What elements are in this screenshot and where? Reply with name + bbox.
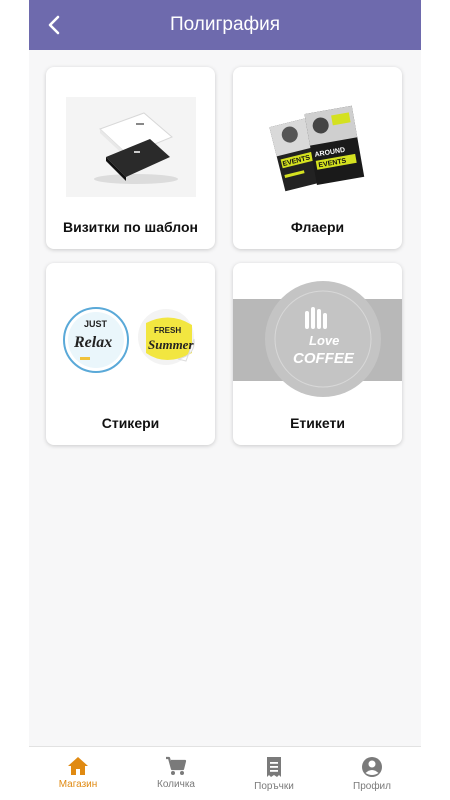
sticker-text: Summer	[148, 337, 194, 352]
category-label: Етикети	[290, 415, 345, 431]
label-text: Love	[309, 333, 339, 348]
nav-label: Количка	[157, 779, 195, 790]
category-label: Флаери	[290, 219, 345, 235]
stickers-image: JUST Relax FRESH Summer	[63, 307, 195, 373]
nav-item-cart[interactable]: Количка	[127, 747, 225, 800]
app-screen: Полиграфия Визитки по шаблон EVENTS AROU…	[29, 0, 421, 800]
receipt-icon	[267, 757, 281, 777]
sticker-text: Relax	[73, 334, 112, 351]
business-cards-image	[66, 97, 196, 197]
nav-label: Профил	[353, 781, 391, 792]
cart-icon	[166, 756, 187, 775]
category-card-business-cards[interactable]: Визитки по шаблон	[46, 67, 215, 249]
labels-image: Love COFFEE	[233, 281, 402, 397]
category-label: Стикери	[101, 415, 160, 431]
page-title: Полиграфия	[169, 14, 281, 35]
nav-item-orders[interactable]: Поръчки	[225, 747, 323, 800]
category-label: Визитки по шаблон	[62, 219, 198, 235]
sticker-text: JUST	[84, 319, 108, 329]
nav-item-profile[interactable]: Профил	[323, 747, 421, 800]
nav-label: Поръчки	[254, 781, 294, 792]
category-card-labels[interactable]: Love COFFEE Етикети	[233, 263, 402, 445]
label-text: COFFEE	[293, 350, 355, 367]
nav-label: Магазин	[58, 779, 98, 790]
nav-item-shop[interactable]: Магазин	[29, 747, 127, 800]
home-icon	[68, 757, 88, 775]
flyers-image: EVENTS AROUND EVENTS	[269, 105, 365, 192]
profile-icon	[362, 757, 382, 777]
category-card-stickers[interactable]: JUST Relax FRESH Summer Стикери	[46, 263, 215, 445]
category-card-flyers[interactable]: EVENTS AROUND EVENTS Флаери	[233, 67, 402, 249]
app-header: Полиграфия	[29, 0, 421, 50]
bottom-navigation: Магазин Количка Поръчки Профил	[29, 746, 421, 800]
sticker-text: FRESH	[154, 326, 181, 335]
